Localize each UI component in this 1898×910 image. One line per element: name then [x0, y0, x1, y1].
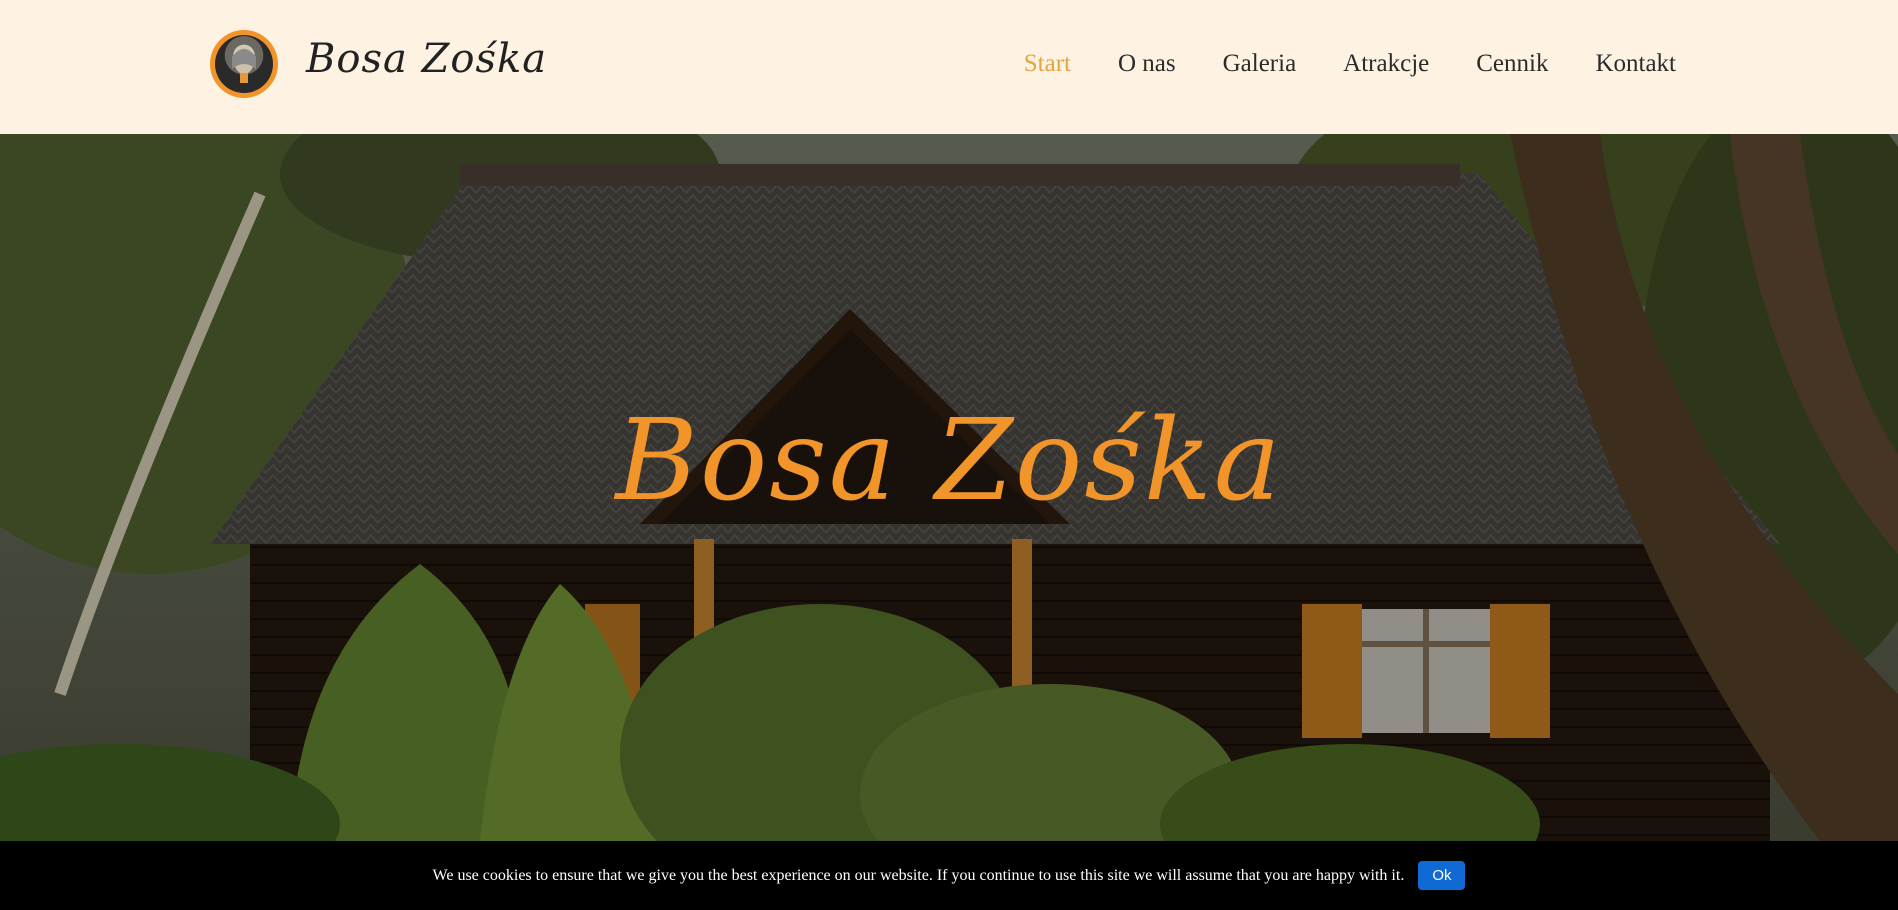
- cookie-banner: We use cookies to ensure that we give yo…: [0, 841, 1898, 910]
- cookie-accept-button[interactable]: Ok: [1418, 861, 1466, 890]
- logo-image: [215, 35, 273, 93]
- logo-avatar[interactable]: [210, 30, 278, 98]
- nav-item-o-nas[interactable]: O nas: [1118, 50, 1176, 78]
- brand-name[interactable]: Bosa Zośka: [306, 36, 547, 82]
- hero-title: Bosa Zośka: [615, 396, 1283, 526]
- site-header: Bosa Zośka Start O nas Galeria Atrakcje …: [0, 0, 1898, 134]
- hero-section: Bosa Zośka: [0, 134, 1898, 841]
- main-nav: Start O nas Galeria Atrakcje Cennik Kont…: [1024, 50, 1676, 78]
- nav-item-galeria[interactable]: Galeria: [1223, 50, 1297, 78]
- nav-item-cennik[interactable]: Cennik: [1476, 50, 1548, 78]
- nav-item-atrakcje[interactable]: Atrakcje: [1343, 50, 1429, 78]
- nav-item-start[interactable]: Start: [1024, 50, 1071, 78]
- cookie-message: We use cookies to ensure that we give yo…: [432, 866, 1405, 884]
- nav-item-kontakt[interactable]: Kontakt: [1595, 50, 1676, 78]
